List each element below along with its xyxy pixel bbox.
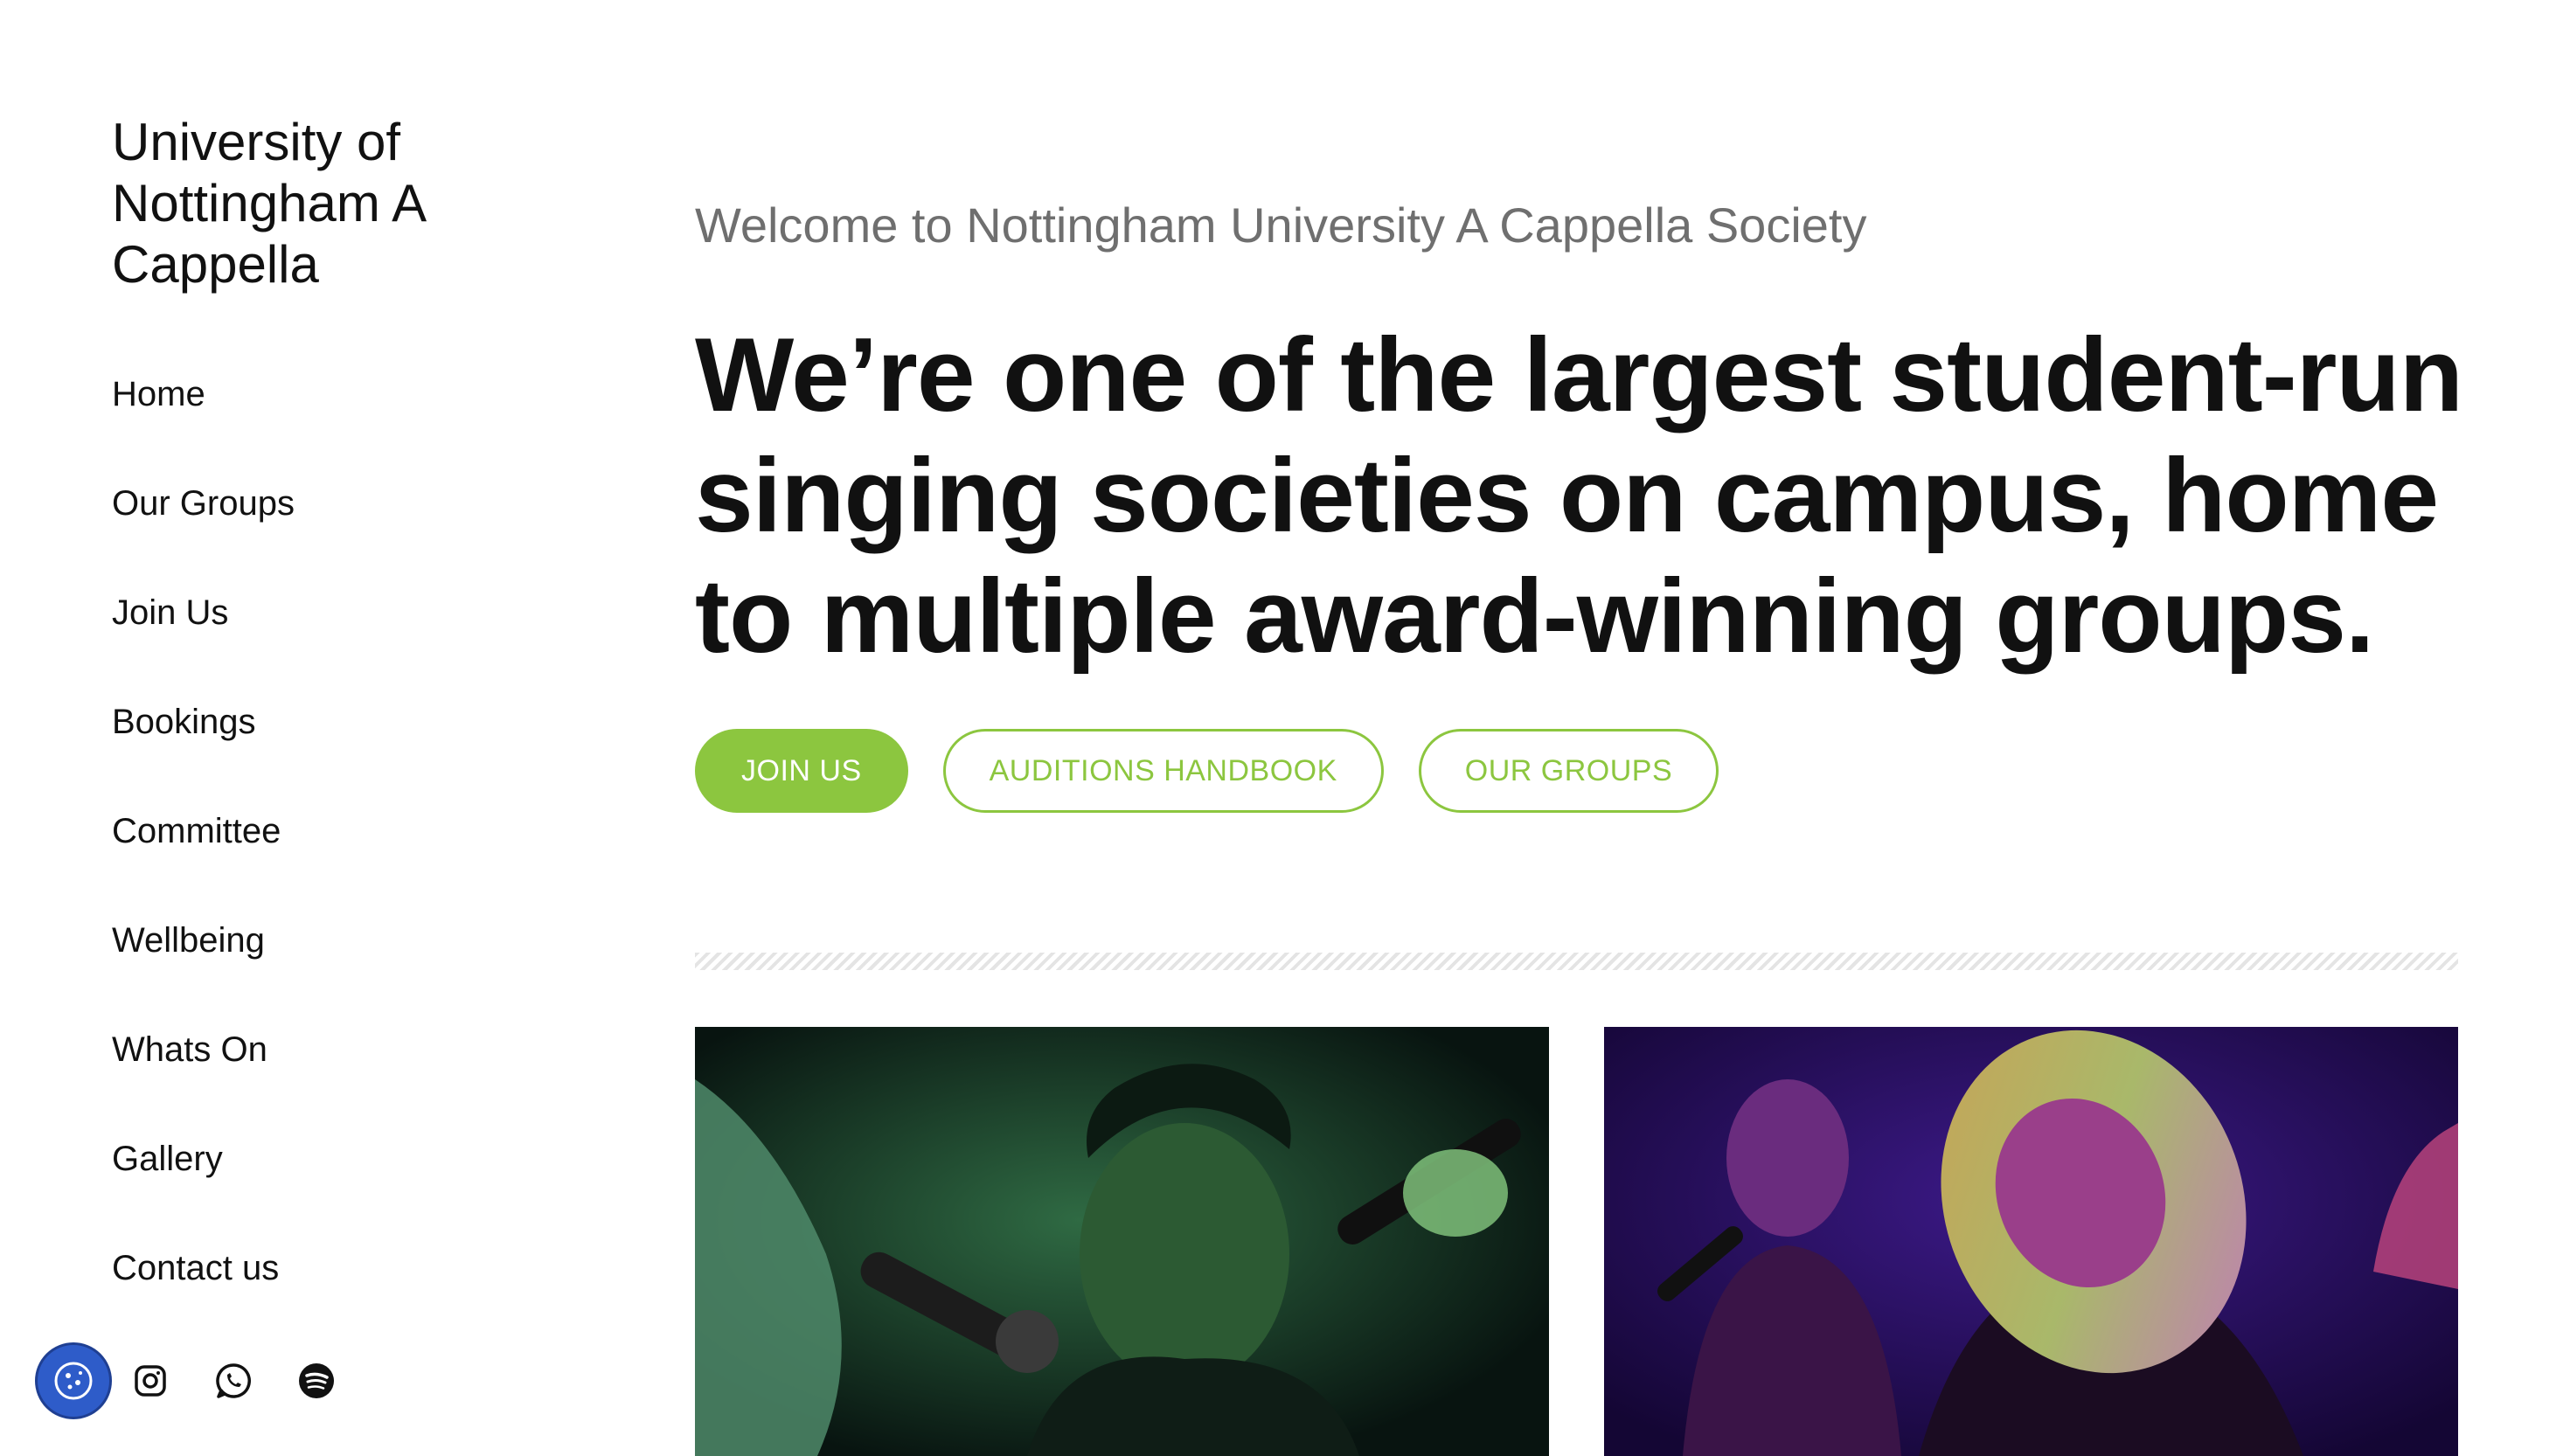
join-us-button[interactable]: JOIN US <box>695 729 908 813</box>
nav-item-our-groups: Our Groups <box>112 472 295 581</box>
singer-photo-green-art <box>695 1027 1549 1456</box>
singer-photo-green <box>695 1027 1549 1456</box>
spotify-link[interactable] <box>297 1362 336 1400</box>
nav-item-contact-us: Contact us <box>112 1237 295 1346</box>
sidebar: University of Nottingham A Cappella Home… <box>0 0 629 1456</box>
nav-link-gallery[interactable]: Gallery <box>112 1127 223 1190</box>
performer-photo-purple-art <box>1604 1027 2458 1456</box>
main-nav: Home Our Groups Join Us Bookings Committ… <box>112 363 295 1346</box>
nav-item-whats-on: Whats On <box>112 1018 295 1127</box>
nav-link-contact-us[interactable]: Contact us <box>112 1237 279 1300</box>
cookie-icon <box>54 1362 93 1400</box>
nav-item-wellbeing: Wellbeing <box>112 909 295 1018</box>
auditions-handbook-button[interactable]: AUDITIONS HANDBOOK <box>942 729 1384 813</box>
nav-link-committee[interactable]: Committee <box>112 800 281 863</box>
hatched-divider <box>695 953 2458 970</box>
nav-link-our-groups[interactable]: Our Groups <box>112 472 295 535</box>
nav-item-gallery: Gallery <box>112 1127 295 1237</box>
cookie-settings-button[interactable] <box>35 1342 112 1419</box>
nav-link-bookings[interactable]: Bookings <box>112 690 256 753</box>
instagram-link[interactable] <box>131 1362 170 1400</box>
site-title[interactable]: University of Nottingham A Cappella <box>112 112 497 295</box>
nav-link-join-us[interactable]: Join Us <box>112 581 228 644</box>
nav-link-wellbeing[interactable]: Wellbeing <box>112 909 265 972</box>
spotify-icon <box>299 1363 334 1398</box>
our-groups-button[interactable]: OUR GROUPS <box>1418 729 1719 813</box>
whatsapp-link[interactable] <box>214 1362 253 1400</box>
nav-item-join-us: Join Us <box>112 581 295 690</box>
hero-buttons: JOIN US AUDITIONS HANDBOOK OUR GROUPS <box>695 729 1719 813</box>
welcome-subtitle: Welcome to Nottingham University A Cappe… <box>695 198 1867 253</box>
nav-link-whats-on[interactable]: Whats On <box>112 1018 267 1081</box>
nav-item-home: Home <box>112 363 295 472</box>
nav-item-committee: Committee <box>112 800 295 909</box>
nav-link-home[interactable]: Home <box>112 363 205 426</box>
social-links <box>35 1342 334 1433</box>
performer-photo-purple <box>1604 1027 2458 1456</box>
nav-item-bookings: Bookings <box>112 690 295 800</box>
hero-headline: We’re one of the largest student-run sin… <box>695 316 2463 675</box>
instagram-icon <box>135 1365 166 1397</box>
whatsapp-icon <box>216 1363 251 1398</box>
